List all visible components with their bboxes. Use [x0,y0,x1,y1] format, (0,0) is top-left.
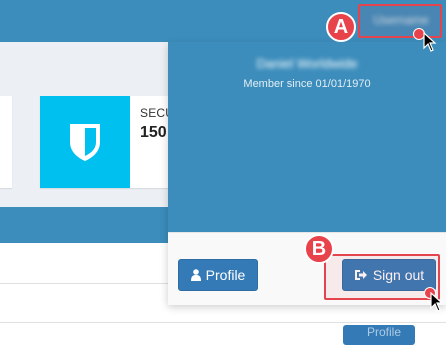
profile-button-label: Profile [205,267,246,283]
cursor-icon [423,32,437,52]
member-since-text: Member since 01/01/1970 [243,78,371,90]
profile-button[interactable]: Profile [178,259,258,291]
info-box-icon-container [40,96,130,188]
shield-icon [70,124,100,161]
security-info-box: SECURITY 150 [40,96,202,188]
table-divider [0,322,446,323]
user-icon [190,269,201,281]
background-profile-button[interactable]: Profile [343,325,415,345]
user-full-name: Daniel Worldwide [256,56,358,71]
user-header: Daniel Worldwide Member since 01/01/1970 [168,42,446,232]
info-box-value: 150 [140,124,167,141]
annotation-marker-b: B [304,234,334,264]
cursor-icon [430,292,444,312]
background-profile-label: Profile [367,325,402,339]
annotation-marker-a: A [326,12,356,42]
info-box-partial [0,96,12,188]
highlight-sign-out [324,254,440,300]
